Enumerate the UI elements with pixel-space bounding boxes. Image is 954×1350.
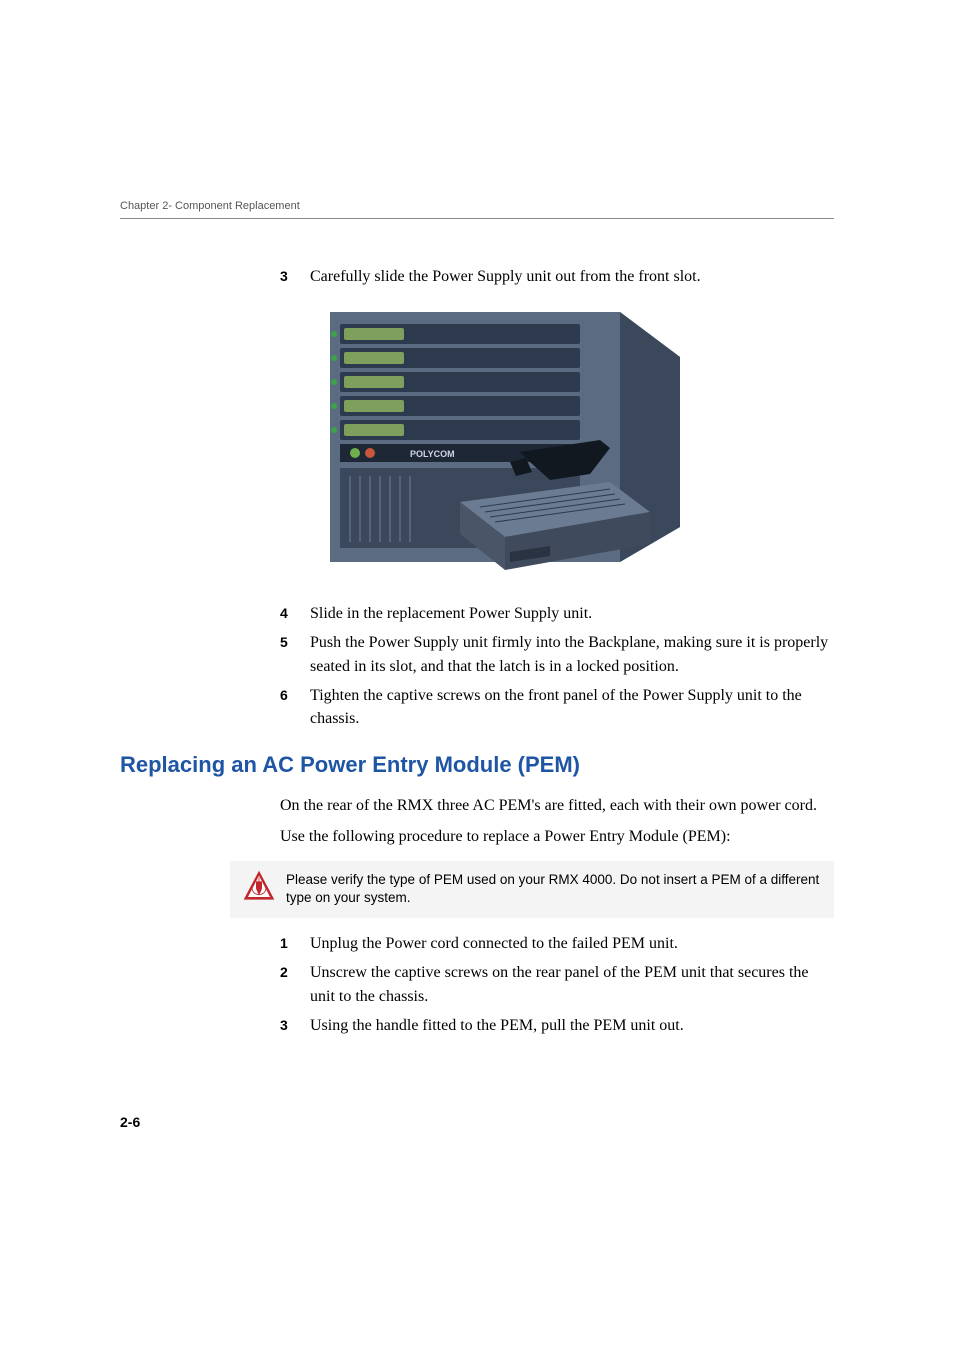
intro-paragraph: Use the following procedure to replace a… [280, 825, 834, 848]
step-item: 6Tighten the captive screws on the front… [280, 684, 834, 730]
warning-note: Please verify the type of PEM used on yo… [230, 861, 834, 919]
step-number: 3 [280, 1014, 310, 1035]
step-number: 5 [280, 631, 310, 652]
step-text: Unplug the Power cord connected to the f… [310, 932, 834, 955]
step-number: 2 [280, 961, 310, 982]
step-text: Carefully slide the Power Supply unit ou… [310, 265, 834, 288]
step-text: Push the Power Supply unit firmly into t… [310, 631, 834, 677]
steps-group-b: 4Slide in the replacement Power Supply u… [280, 602, 834, 730]
warning-icon [242, 869, 276, 903]
step-text: Slide in the replacement Power Supply un… [310, 602, 834, 625]
steps-group-c: 1Unplug the Power cord connected to the … [280, 932, 834, 1037]
step-text: Using the handle fitted to the PEM, pull… [310, 1014, 834, 1037]
intro-paragraphs: On the rear of the RMX three AC PEM's ar… [280, 794, 834, 848]
page-number: 2-6 [120, 1114, 140, 1130]
running-header: Chapter 2- Component Replacement [120, 200, 834, 212]
step-item: 4Slide in the replacement Power Supply u… [280, 602, 834, 625]
step-item: 1Unplug the Power cord connected to the … [280, 932, 834, 955]
section-heading: Replacing an AC Power Entry Module (PEM) [120, 752, 834, 778]
step-text: Unscrew the captive screws on the rear p… [310, 961, 834, 1007]
step-number: 1 [280, 932, 310, 953]
step-number: 3 [280, 265, 310, 286]
page: Chapter 2- Component Replacement 3Carefu… [0, 0, 954, 1037]
figure-brand-label: POLYCOM [410, 449, 455, 459]
step-item: 3Carefully slide the Power Supply unit o… [280, 265, 834, 288]
chassis-illustration: POLYCOM [310, 302, 710, 582]
header-rule [120, 218, 834, 219]
main-content: 3Carefully slide the Power Supply unit o… [280, 265, 834, 1037]
warning-note-text: Please verify the type of PEM used on yo… [286, 871, 822, 909]
steps-group-a: 3Carefully slide the Power Supply unit o… [280, 265, 834, 288]
step-number: 6 [280, 684, 310, 705]
step-number: 4 [280, 602, 310, 623]
step-item: 2Unscrew the captive screws on the rear … [280, 961, 834, 1007]
intro-paragraph: On the rear of the RMX three AC PEM's ar… [280, 794, 834, 817]
step-item: 3Using the handle fitted to the PEM, pul… [280, 1014, 834, 1037]
step-text: Tighten the captive screws on the front … [310, 684, 834, 730]
step-item: 5Push the Power Supply unit firmly into … [280, 631, 834, 677]
chassis-figure: POLYCOM [310, 302, 710, 582]
